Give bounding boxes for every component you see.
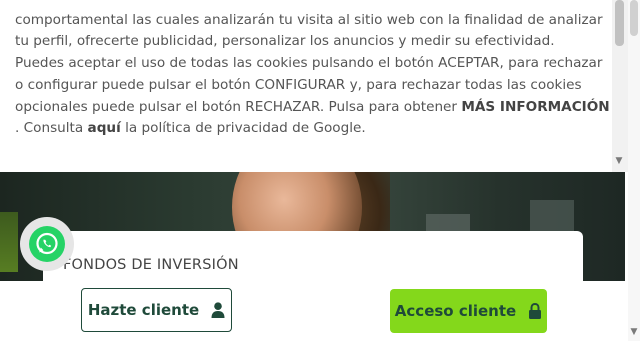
cookie-notice-text: comportamental las cuales analizarán tu … [15, 0, 610, 140]
lock-icon [528, 303, 542, 319]
chevron-down-icon[interactable]: ▼ [613, 156, 625, 166]
hazte-cliente-label: Hazte cliente [87, 301, 200, 319]
acceso-cliente-button[interactable]: Acceso cliente [390, 289, 547, 333]
cookie-text-line: opcionales puede pulsar el botón RECHAZA… [15, 97, 610, 119]
cookie-notice-panel: comportamental las cuales analizarán tu … [0, 0, 612, 172]
whatsapp-icon[interactable] [29, 226, 65, 262]
cookie-text-line: tu perfil, ofrecerte publicidad, persona… [15, 33, 555, 50]
cookie-text-line: Puedes aceptar el uso de todas las cooki… [15, 55, 603, 72]
card-title: FONDOS DE INVERSIÓN [63, 257, 239, 273]
user-icon [211, 302, 225, 318]
cookie-text-fragment: la política de privacidad de Google. [120, 120, 366, 137]
acceso-cliente-label: Acceso cliente [394, 302, 517, 320]
page-scrollbar-thumb[interactable] [630, 0, 638, 36]
google-privacy-link[interactable]: aquí [88, 120, 121, 136]
cookie-text-fragment: . Consulta [15, 120, 88, 137]
hazte-cliente-button[interactable]: Hazte cliente [81, 288, 232, 332]
cookie-text-line: comportamental las cuales analizarán tu … [15, 11, 603, 28]
cookie-text-line: o configurar puede pulsar el botón CONFI… [15, 76, 582, 93]
page-scrollbar-track[interactable] [628, 0, 640, 341]
cookie-text-line [15, 0, 609, 10]
cookie-text-fragment: opcionales puede pulsar el botón RECHAZA… [15, 98, 462, 115]
cookie-text-line: . Consulta aquí la política de privacida… [15, 118, 609, 140]
more-info-link[interactable]: MÁS INFORMACIÓN [461, 99, 609, 115]
hero-decoration [0, 212, 18, 272]
cookie-scrollbar-thumb[interactable] [615, 0, 624, 46]
chevron-down-icon[interactable]: ▼ [628, 327, 640, 337]
